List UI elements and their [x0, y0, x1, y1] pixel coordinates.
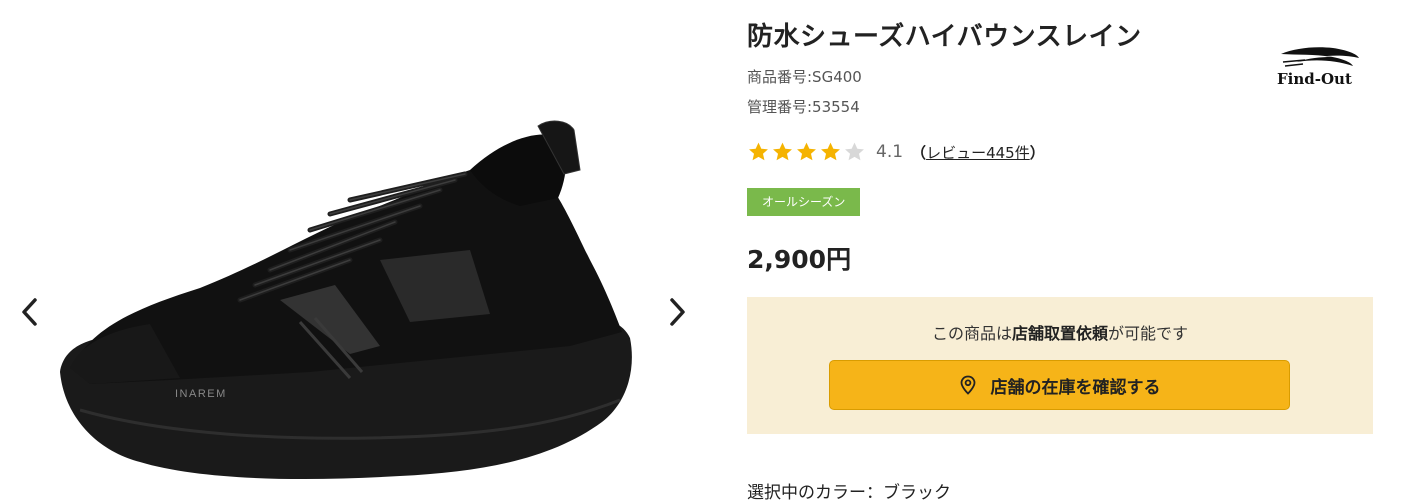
star-filled-icon: [797, 142, 816, 161]
review-paren-close: ）: [1029, 143, 1045, 162]
product-title: 防水シューズハイバウンスレイン: [747, 22, 1142, 52]
rating-value: 4.1: [876, 142, 904, 162]
store-msg-bold: 店舗取置依頼: [1011, 324, 1108, 343]
product-price: 2,900円: [747, 245, 852, 274]
management-number: 管理番号:53554: [747, 98, 860, 116]
rating-row: 4.1 （レビュー445件）: [747, 140, 1045, 164]
selected-color-label: 選択中のカラー：ブラック: [747, 483, 951, 503]
star-empty-icon: [845, 142, 864, 161]
chevron-left-icon: [22, 298, 37, 326]
map-pin-icon: [960, 375, 975, 395]
prev-image-button[interactable]: [16, 294, 42, 330]
review-count: （レビュー445件）: [911, 142, 1045, 163]
store-pickup-message: この商品は店舗取置依頼が可能です: [747, 320, 1373, 344]
check-store-stock-button[interactable]: 店舗の在庫を確認する: [829, 360, 1290, 410]
brand-logo[interactable]: Find-Out: [1275, 44, 1365, 94]
product-image: INAREM: [60, 120, 632, 480]
store-msg-post: が可能です: [1108, 324, 1189, 343]
review-link[interactable]: レビュー445件: [926, 144, 1030, 162]
store-msg-pre: この商品は: [931, 324, 1012, 343]
brand-swoosh-icon: [1281, 47, 1359, 67]
review-paren-open: （: [911, 143, 927, 162]
product-image-gallery: INAREM: [0, 0, 720, 489]
rating-stars: [747, 141, 866, 163]
chevron-right-icon: [670, 298, 685, 326]
check-store-stock-label: 店舗の在庫を確認する: [990, 377, 1161, 398]
brand-name: Find-Out: [1277, 70, 1352, 88]
product-number: 商品番号:SG400: [747, 68, 862, 86]
store-pickup-box: この商品は店舗取置依頼が可能です 店舗の在庫を確認する: [747, 297, 1373, 434]
season-tag: オールシーズン: [747, 188, 861, 216]
star-filled-icon: [821, 142, 840, 161]
next-image-button[interactable]: [665, 294, 691, 330]
shoe-logo-text: INAREM: [175, 388, 227, 400]
product-info-panel: 防水シューズハイバウンスレイン 商品番号:SG400 管理番号:53554 Fi…: [747, 0, 1387, 503]
star-filled-icon: [773, 142, 792, 161]
star-filled-icon: [749, 142, 768, 161]
